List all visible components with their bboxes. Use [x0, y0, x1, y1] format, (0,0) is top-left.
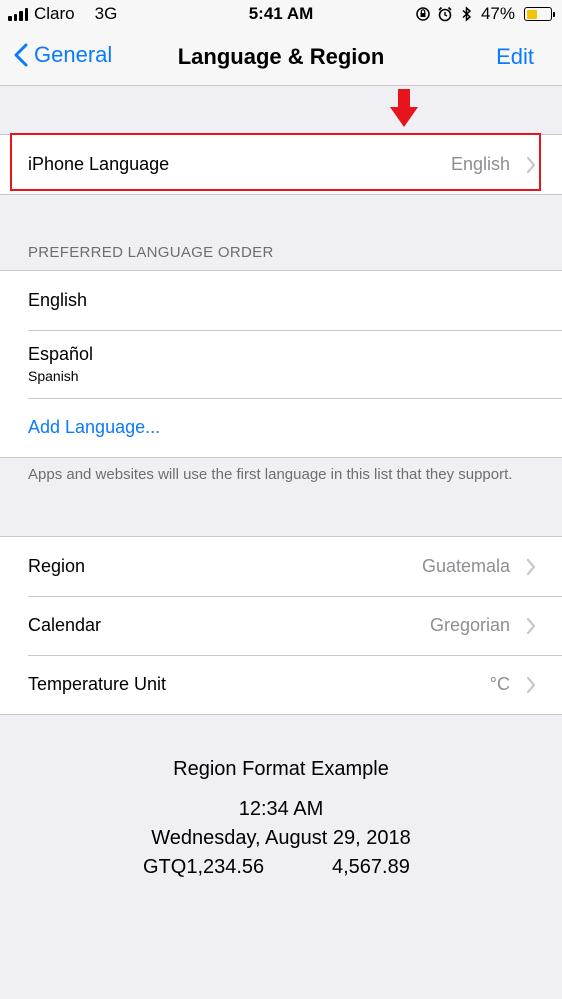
orientation-lock-icon	[416, 7, 430, 21]
battery-fill	[526, 9, 538, 19]
temperature-unit-row[interactable]: Temperature Unit °C	[0, 655, 562, 714]
format-example-number: 4,567.89	[332, 856, 410, 878]
chevron-right-icon	[526, 676, 536, 693]
region-settings-group: Region Guatemala Calendar Gregorian Temp…	[0, 536, 562, 715]
calendar-label: Calendar	[28, 615, 102, 635]
add-language-button[interactable]: Add Language...	[0, 398, 562, 457]
page-title: Language & Region	[177, 44, 385, 69]
temperature-unit-label: Temperature Unit	[28, 674, 167, 694]
region-row[interactable]: Region Guatemala	[0, 537, 562, 596]
status-right: 47%	[415, 4, 555, 24]
language-subtitle: Spanish	[28, 368, 79, 384]
language-footer-note: Apps and websites will use the first lan…	[28, 466, 513, 483]
alarm-icon	[438, 6, 452, 22]
preferred-language-header: PREFERRED LANGUAGE ORDER	[28, 244, 274, 261]
navigation-bar: General Language & Region Edit	[0, 30, 562, 86]
region-label: Region	[28, 556, 86, 576]
format-example-currency: GTQ1,234.56	[143, 856, 265, 878]
temperature-unit-value: °C	[489, 674, 510, 694]
battery-percent: 47%	[480, 4, 515, 23]
language-item-english[interactable]: English	[0, 271, 562, 330]
status-bar: Claro 3G 5:41 AM 47%	[0, 0, 562, 30]
region-value: Guatemala	[421, 556, 510, 576]
chevron-right-icon	[526, 617, 536, 634]
calendar-row[interactable]: Calendar Gregorian	[0, 596, 562, 655]
calendar-value: Gregorian	[429, 615, 510, 635]
chevron-right-icon	[526, 558, 536, 575]
bluetooth-icon	[462, 6, 472, 22]
format-example-time: 12:34 AM	[238, 798, 324, 820]
language-item-espanol[interactable]: Español Spanish	[0, 330, 562, 398]
annotation-highlight-box	[10, 133, 541, 191]
language-name: English	[28, 290, 88, 310]
language-name: Español	[28, 344, 94, 364]
format-example-title: Region Format Example	[173, 758, 389, 780]
preferred-language-group: English Español Spanish Add Language...	[0, 270, 562, 458]
battery-icon	[524, 7, 555, 21]
annotation-arrow-down-icon	[390, 89, 418, 127]
add-language-label: Add Language...	[28, 417, 161, 437]
edit-button[interactable]: Edit	[496, 44, 534, 70]
format-example-date: Wednesday, August 29, 2018	[151, 827, 411, 849]
